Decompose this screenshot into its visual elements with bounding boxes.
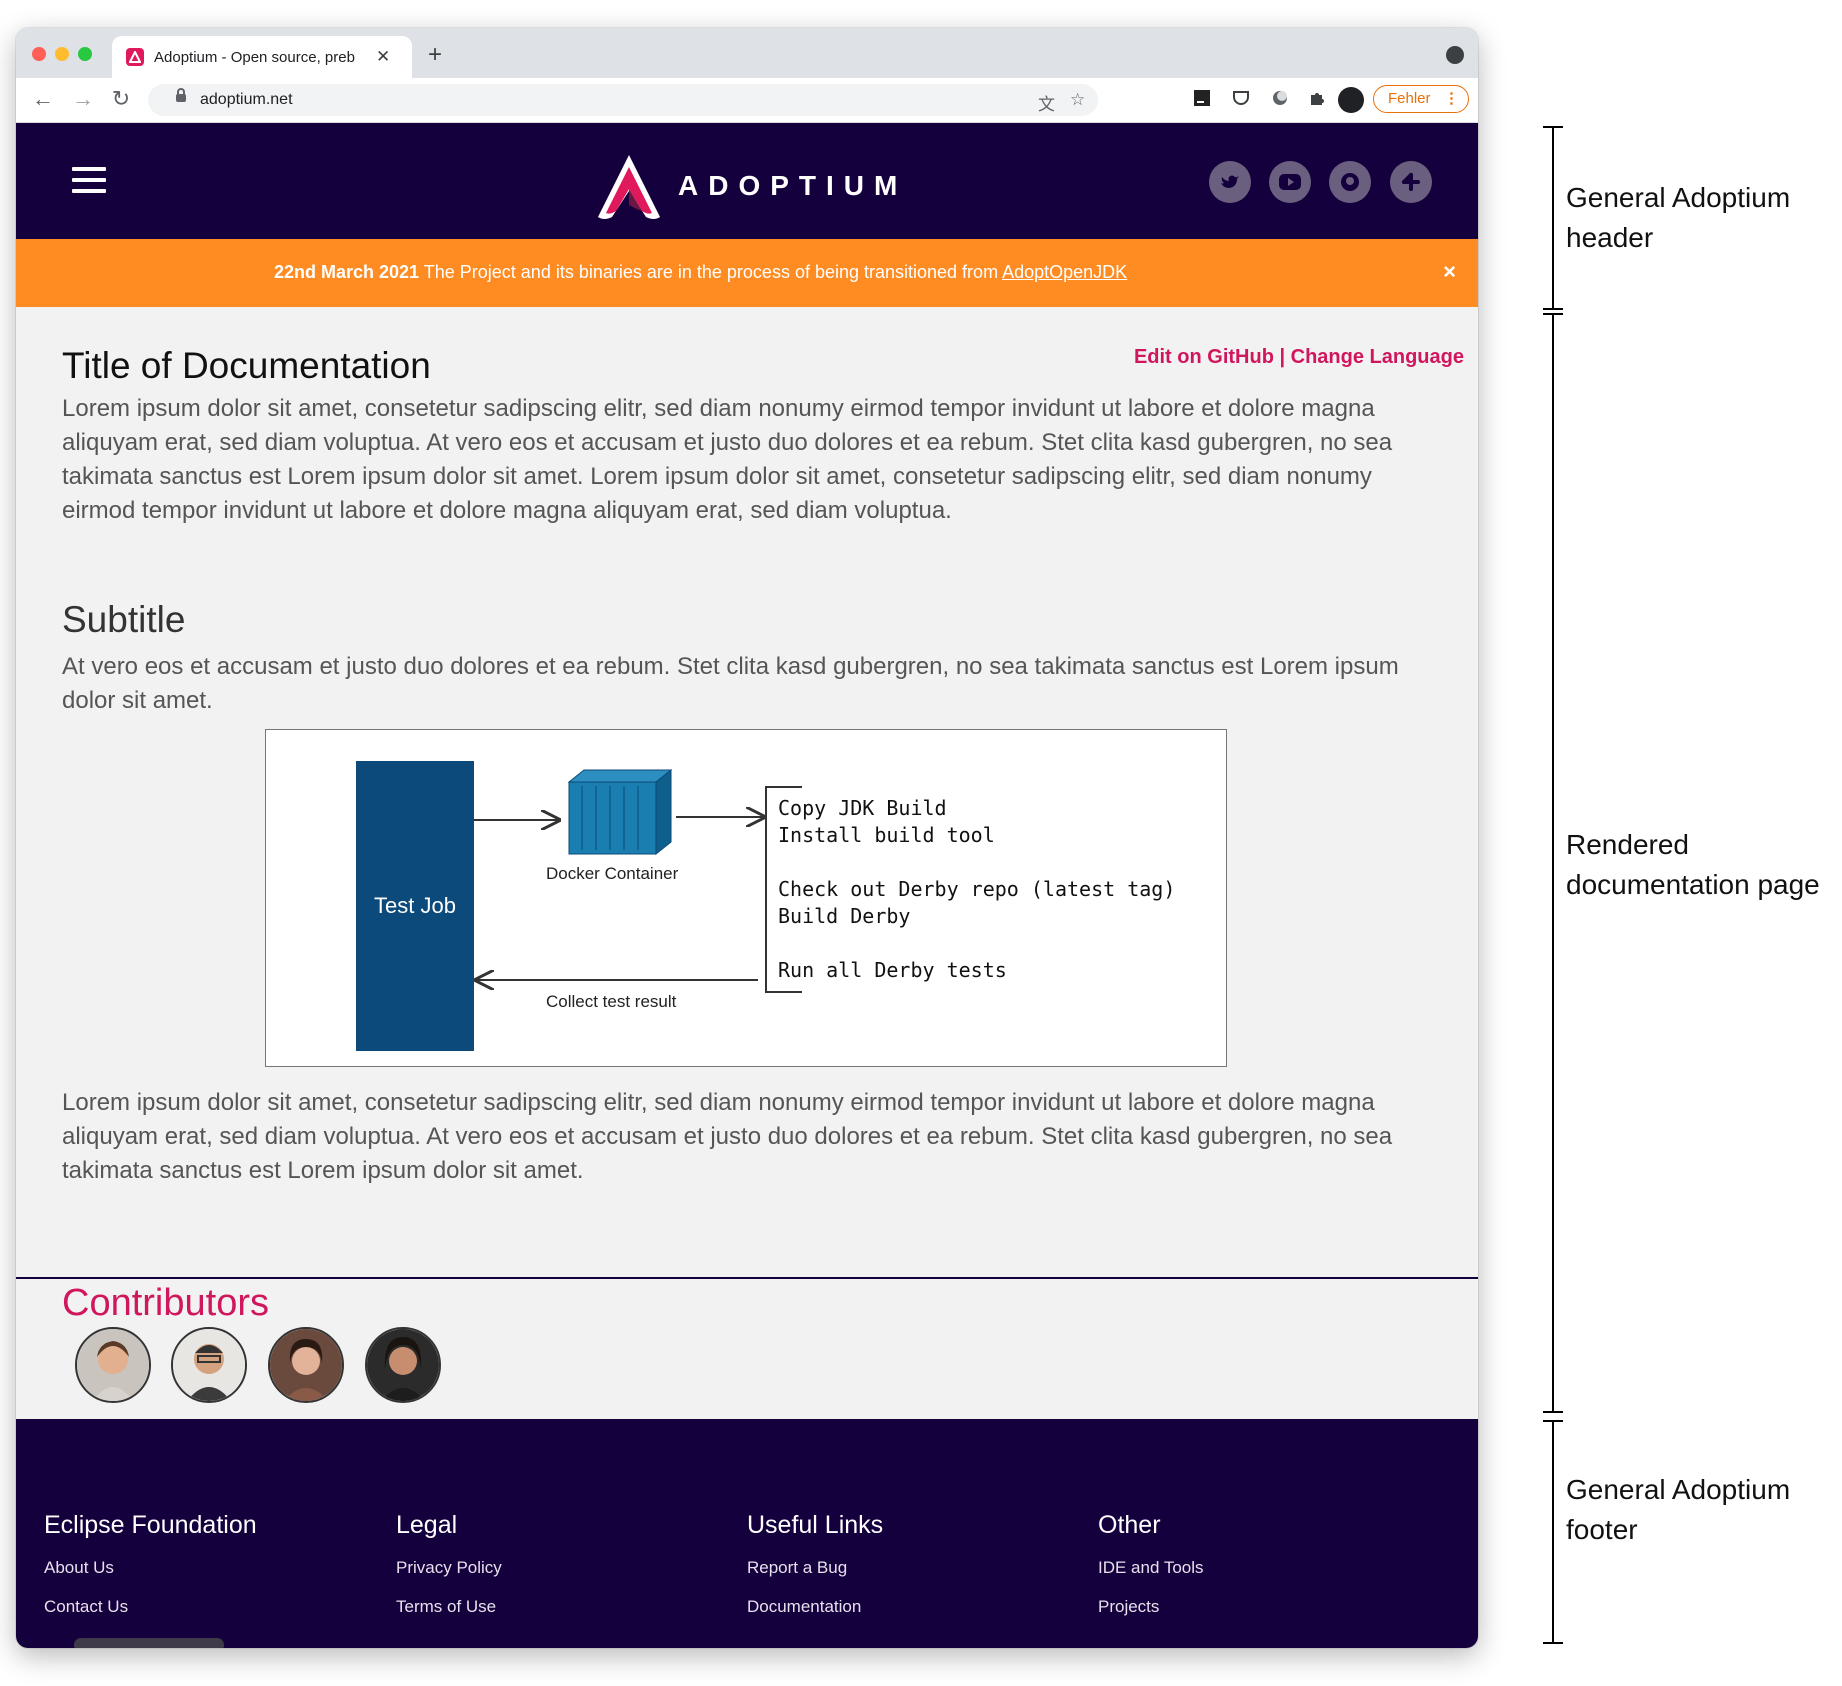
banner-text: The Project and its binaries are in the … bbox=[419, 262, 1003, 282]
dark-mode-extension-icon[interactable] bbox=[1269, 89, 1291, 111]
bracket-cap bbox=[1543, 1411, 1563, 1413]
profile-error-label: Fehler bbox=[1388, 90, 1431, 107]
tab-title: Adoptium - Open source, preb bbox=[154, 48, 355, 66]
adoptopenjdk-link[interactable]: AdoptOpenJDK bbox=[1002, 262, 1127, 282]
close-window-button[interactable] bbox=[32, 47, 46, 61]
footer-heading: Legal bbox=[396, 1511, 458, 1539]
bracket-cap bbox=[1543, 1642, 1563, 1644]
close-tab-icon[interactable]: ✕ bbox=[376, 47, 390, 67]
status-tooltip bbox=[74, 1638, 224, 1648]
maximize-window-button[interactable] bbox=[78, 47, 92, 61]
bracket-cap bbox=[1543, 308, 1563, 310]
address-bar[interactable]: adoptium.net 文 ☆ bbox=[148, 84, 1098, 116]
page-actions: Edit on GitHub | Change Language bbox=[1134, 346, 1464, 369]
browser-menu-icon[interactable]: ⋮ bbox=[1444, 86, 1459, 111]
banner-close-icon[interactable]: × bbox=[1443, 259, 1456, 285]
extensions-puzzle-icon[interactable] bbox=[1306, 89, 1328, 111]
contributors-title: Contributors bbox=[62, 1282, 269, 1324]
bracket-cap bbox=[1543, 1420, 1563, 1422]
step-line: Install build tool bbox=[778, 823, 995, 847]
back-button[interactable]: ← bbox=[30, 86, 56, 112]
jetbrains-extension-icon[interactable] bbox=[1191, 89, 1213, 111]
tab-search-icon[interactable] bbox=[1446, 46, 1464, 64]
url-text: adoptium.net bbox=[200, 91, 293, 108]
contributor-avatar[interactable] bbox=[75, 1327, 151, 1403]
tab-strip: Adoptium - Open source, preb ✕ + bbox=[16, 28, 1478, 78]
profile-error-button[interactable]: Fehler ⋮ bbox=[1373, 85, 1469, 113]
footer-link-terms-of-use[interactable]: Terms of Use bbox=[396, 1597, 502, 1617]
footer-link-privacy-policy[interactable]: Privacy Policy bbox=[396, 1558, 502, 1578]
slack-icon[interactable] bbox=[1390, 161, 1432, 203]
bookmark-star-icon[interactable]: ☆ bbox=[1070, 90, 1085, 110]
browser-tab[interactable]: Adoptium - Open source, preb ✕ bbox=[112, 36, 412, 78]
footer-link-about-us[interactable]: About Us bbox=[44, 1558, 257, 1578]
pocket-extension-icon[interactable] bbox=[1230, 89, 1252, 111]
hamburger-menu-icon[interactable] bbox=[72, 167, 106, 200]
footer-heading: Eclipse Foundation bbox=[44, 1511, 257, 1539]
page-annotation: Rendered documentation page bbox=[1566, 829, 1820, 900]
forward-button[interactable]: → bbox=[70, 86, 96, 112]
twitter-icon[interactable] bbox=[1209, 161, 1251, 203]
edit-on-github-link[interactable]: Edit on GitHub bbox=[1134, 346, 1274, 368]
pipeline-steps: Copy JDK Build Install build tool Check … bbox=[778, 795, 1175, 984]
reload-button[interactable]: ↻ bbox=[108, 86, 134, 112]
header-bracket bbox=[1552, 127, 1554, 310]
browser-window: Adoptium - Open source, preb ✕ + ← → ↻ a… bbox=[16, 28, 1478, 1648]
link-separator: | bbox=[1273, 346, 1291, 368]
footer-link-projects[interactable]: Projects bbox=[1098, 1597, 1204, 1617]
footer-column-legal: Legal Privacy Policy Terms of Use bbox=[396, 1511, 502, 1636]
footer-link-ide-tools[interactable]: IDE and Tools bbox=[1098, 1558, 1204, 1578]
docker-container-label: Docker Container bbox=[546, 864, 679, 883]
adoptium-wordmark[interactable]: ADOPTIUM bbox=[678, 170, 907, 202]
contributor-avatar[interactable] bbox=[268, 1327, 344, 1403]
footer-link-documentation[interactable]: Documentation bbox=[747, 1597, 883, 1617]
step-line: Check out Derby repo (latest tag) bbox=[778, 877, 1176, 901]
bracket-cap bbox=[1543, 313, 1563, 315]
browser-toolbar: ← → ↻ adoptium.net 文 ☆ Fehler ⋮ bbox=[16, 78, 1478, 123]
section-subtitle: Subtitle bbox=[62, 599, 186, 640]
footer-column-other: Other IDE and Tools Projects bbox=[1098, 1511, 1204, 1636]
footer-annotation: General Adoptium footer bbox=[1566, 1474, 1791, 1545]
contributor-avatar[interactable] bbox=[365, 1327, 441, 1403]
translate-icon[interactable]: 文 bbox=[1038, 90, 1055, 115]
closing-paragraph: Lorem ipsum dolor sit amet, consetetur s… bbox=[62, 1089, 1393, 1184]
window-controls bbox=[32, 47, 92, 61]
page-bracket bbox=[1552, 313, 1554, 1413]
announcement-banner: 22nd March 2021 The Project and its bina… bbox=[16, 239, 1478, 307]
header-annotation: General Adoptium header bbox=[1566, 182, 1791, 253]
footer-bracket bbox=[1552, 1420, 1554, 1644]
lock-icon bbox=[176, 88, 186, 102]
docker-container-icon bbox=[567, 768, 673, 856]
collect-test-result-label: Collect test result bbox=[546, 992, 677, 1011]
documentation-page: Title of Documentation Edit on GitHub | … bbox=[16, 307, 1478, 1420]
github-icon[interactable] bbox=[1329, 161, 1371, 203]
contributors-divider bbox=[16, 1277, 1478, 1279]
change-language-link[interactable]: Change Language bbox=[1291, 346, 1464, 368]
banner-date: 22nd March 2021 bbox=[274, 262, 420, 282]
footer-column-eclipse: Eclipse Foundation About Us Contact Us bbox=[44, 1511, 257, 1636]
adoptium-favicon-icon bbox=[126, 48, 144, 66]
test-pipeline-diagram: Test Job Docker Container Collect test r… bbox=[265, 729, 1227, 1067]
bracket-cap bbox=[1543, 126, 1563, 128]
minimize-window-button[interactable] bbox=[55, 47, 69, 61]
subtitle-paragraph: At vero eos et accusam et justo duo dolo… bbox=[62, 653, 1399, 714]
footer-heading: Useful Links bbox=[747, 1511, 884, 1539]
step-line: Copy JDK Build bbox=[778, 796, 947, 820]
contributor-avatar[interactable] bbox=[171, 1327, 247, 1403]
footer-column-useful-links: Useful Links Report a Bug Documentation bbox=[747, 1511, 883, 1636]
adoptium-logo-icon[interactable] bbox=[594, 151, 664, 228]
step-line: Build Derby bbox=[778, 904, 911, 928]
footer-heading: Other bbox=[1098, 1511, 1161, 1539]
page-title: Title of Documentation bbox=[62, 345, 431, 386]
youtube-icon[interactable] bbox=[1269, 161, 1311, 203]
footer-link-contact-us[interactable]: Contact Us bbox=[44, 1597, 257, 1617]
footer-link-report-bug[interactable]: Report a Bug bbox=[747, 1558, 883, 1578]
profile-avatar[interactable] bbox=[1338, 87, 1364, 113]
banner-message: 22nd March 2021 The Project and its bina… bbox=[274, 262, 1127, 283]
site-footer: Eclipse Foundation About Us Contact Us L… bbox=[16, 1419, 1478, 1648]
step-line: Run all Derby tests bbox=[778, 958, 1007, 982]
new-tab-button[interactable]: + bbox=[428, 41, 442, 69]
site-header: ADOPTIUM bbox=[16, 123, 1478, 239]
intro-paragraph: Lorem ipsum dolor sit amet, consetetur s… bbox=[62, 395, 1393, 524]
